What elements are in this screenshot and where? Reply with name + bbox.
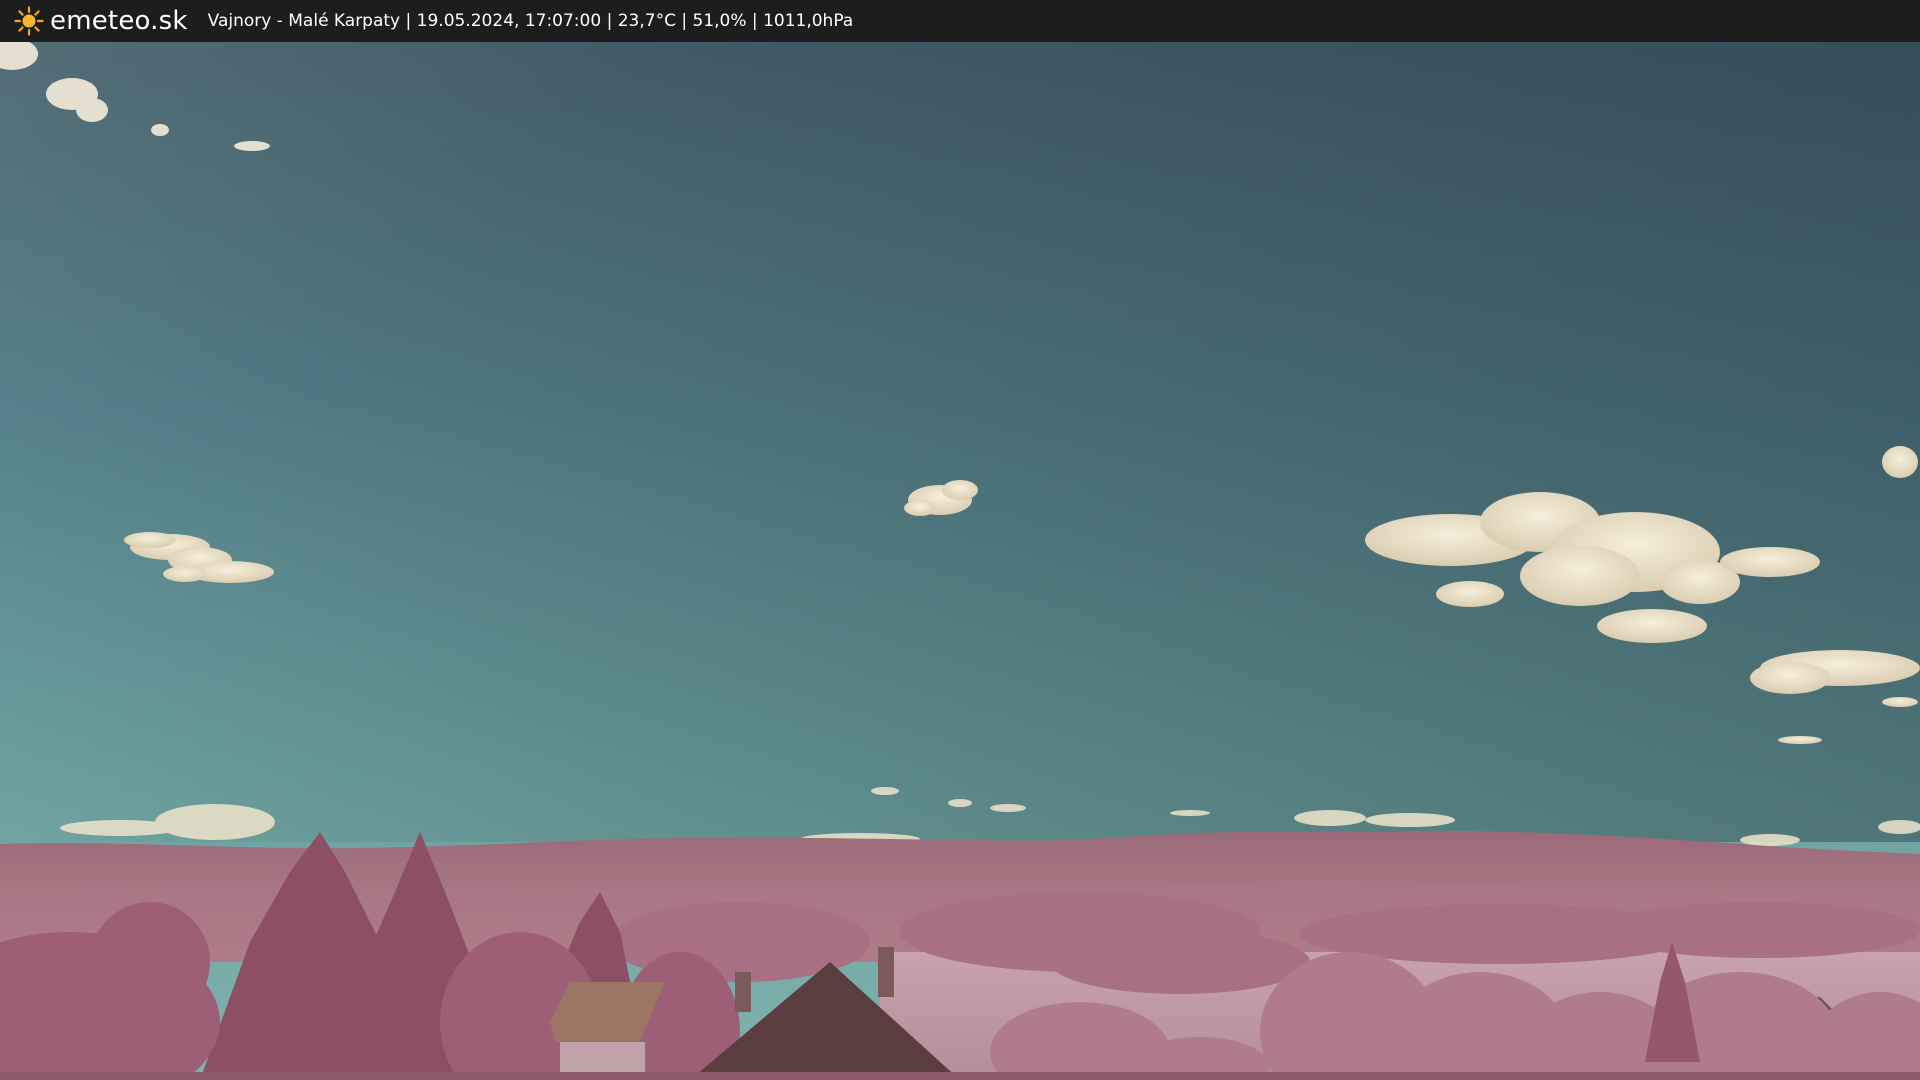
weather-info: Vajnory - Malé Karpaty | 19.05.2024, 17:… xyxy=(207,11,854,31)
webcam-frame: emeteo.sk Vajnory - Malé Karpaty | 19.05… xyxy=(0,0,1920,1080)
webcam-image xyxy=(0,42,1920,1080)
sun-icon xyxy=(14,6,44,36)
brand-name: emeteo.sk xyxy=(50,6,188,36)
pressure-label: 1011,0hPa xyxy=(763,11,854,31)
location-label: Vajnory - Malé Karpaty xyxy=(207,11,401,31)
humidity-label: 51,0% xyxy=(692,11,747,31)
temperature-label: 23,7°C xyxy=(617,11,676,31)
datetime-label: 19.05.2024, 17:07:00 xyxy=(416,11,602,31)
header-bar: emeteo.sk Vajnory - Malé Karpaty | 19.05… xyxy=(0,0,1920,42)
